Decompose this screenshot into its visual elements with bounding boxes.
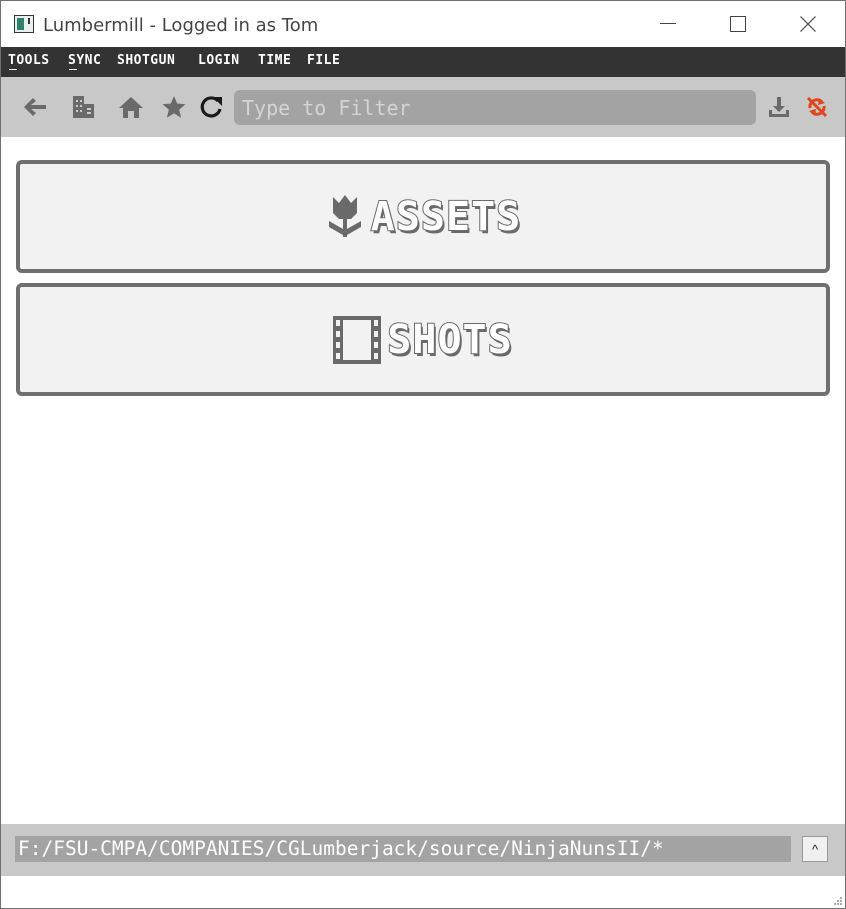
- maximize-button[interactable]: [704, 1, 772, 47]
- building-icon: [73, 96, 94, 118]
- home-button[interactable]: [115, 91, 147, 123]
- app-icon: [14, 15, 34, 33]
- mnemonic-underline: [9, 69, 17, 70]
- current-path[interactable]: F:/FSU-CMPA/COMPANIES/CGLumberjack/sourc…: [15, 836, 791, 862]
- status-footer: F:/FSU-CMPA/COMPANIES/CGLumberjack/sourc…: [1, 824, 845, 876]
- menu-bar: TOOLS SYNC SHOTGUN LOGIN TIME FILE: [1, 47, 845, 77]
- refresh-button[interactable]: [195, 91, 227, 123]
- maximize-icon: [730, 16, 746, 32]
- back-button[interactable]: [19, 91, 51, 123]
- menu-time[interactable]: TIME: [258, 53, 291, 68]
- sync-disabled-icon: [806, 96, 828, 118]
- sync-toggle-button[interactable]: [801, 91, 833, 123]
- menu-tools[interactable]: TOOLS: [8, 53, 50, 68]
- tulip-icon: [328, 194, 361, 237]
- shots-button[interactable]: SHOTS: [16, 283, 830, 396]
- menu-shotgun[interactable]: SHOTGUN: [117, 53, 175, 68]
- back-arrow-icon: [24, 98, 46, 116]
- download-button[interactable]: [763, 91, 795, 123]
- building-button[interactable]: [67, 91, 99, 123]
- application-window: Lumbermill - Logged in as Tom TOOLS SYNC…: [0, 0, 846, 909]
- favorites-button[interactable]: [158, 91, 190, 123]
- menu-sync[interactable]: SYNC: [68, 53, 101, 68]
- film-strip-icon: [333, 315, 382, 364]
- close-icon: [800, 16, 816, 32]
- shots-label: SHOTS: [386, 316, 513, 364]
- home-icon: [119, 97, 143, 118]
- close-button[interactable]: [774, 1, 842, 47]
- toolbar: [1, 77, 845, 137]
- star-icon: [162, 96, 186, 118]
- minimize-icon: [660, 23, 676, 24]
- mnemonic-underline: [69, 69, 77, 70]
- minimize-button[interactable]: [634, 1, 702, 47]
- assets-label: ASSETS: [370, 193, 522, 241]
- menu-file[interactable]: FILE: [307, 53, 340, 68]
- menu-login[interactable]: LOGIN: [198, 53, 240, 68]
- assets-button[interactable]: ASSETS: [16, 160, 830, 273]
- window-title: Lumbermill - Logged in as Tom: [43, 15, 319, 36]
- refresh-icon: [200, 96, 222, 118]
- resize-grip-icon[interactable]: [832, 895, 842, 905]
- title-bar: Lumbermill - Logged in as Tom: [1, 1, 845, 47]
- path-up-button[interactable]: ^: [802, 836, 828, 862]
- download-icon: [769, 97, 789, 117]
- filter-input[interactable]: [234, 90, 756, 125]
